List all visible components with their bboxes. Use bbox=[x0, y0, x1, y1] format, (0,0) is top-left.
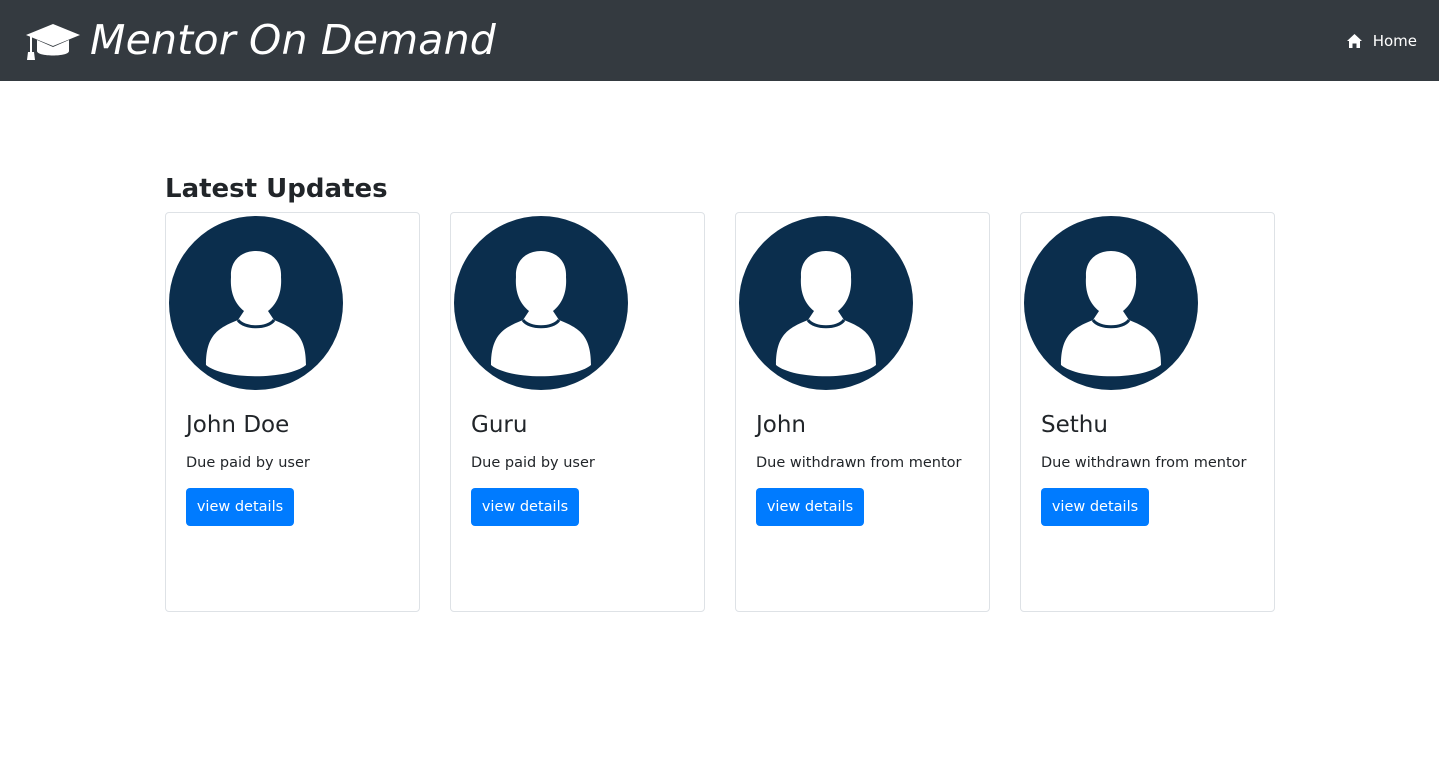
user-avatar-icon bbox=[453, 215, 629, 391]
update-card: Guru Due paid by user view details bbox=[450, 212, 705, 612]
user-avatar-icon bbox=[1023, 215, 1199, 391]
card-text: Due paid by user bbox=[471, 452, 694, 474]
section-title: Latest Updates bbox=[165, 172, 388, 206]
update-card: Sethu Due withdrawn from mentor view det… bbox=[1020, 212, 1275, 612]
nav-home-label: Home bbox=[1373, 32, 1417, 50]
card-text: Due withdrawn from mentor bbox=[1041, 452, 1264, 474]
card-title: John Doe bbox=[186, 409, 409, 441]
nav-home-link[interactable]: Home bbox=[1347, 0, 1417, 81]
card-title: John bbox=[756, 409, 979, 441]
update-card: John Due withdrawn from mentor view deta… bbox=[735, 212, 990, 612]
update-card: John Doe Due paid by user view details bbox=[165, 212, 420, 612]
top-navbar: Mentor On Demand Home bbox=[0, 0, 1439, 81]
updates-card-list: John Doe Due paid by user view details G… bbox=[165, 212, 1275, 612]
home-icon bbox=[1347, 34, 1362, 48]
view-details-button[interactable]: view details bbox=[471, 488, 579, 526]
user-avatar-icon bbox=[738, 215, 914, 391]
card-title: Guru bbox=[471, 409, 694, 441]
brand[interactable]: Mentor On Demand bbox=[25, 0, 496, 81]
view-details-button[interactable]: view details bbox=[756, 488, 864, 526]
card-title: Sethu bbox=[1041, 409, 1264, 441]
card-text: Due withdrawn from mentor bbox=[756, 452, 979, 474]
graduation-cap-icon bbox=[25, 21, 81, 61]
user-avatar-icon bbox=[168, 215, 344, 391]
view-details-button[interactable]: view details bbox=[186, 488, 294, 526]
brand-title: Mentor On Demand bbox=[90, 0, 496, 81]
view-details-button[interactable]: view details bbox=[1041, 488, 1149, 526]
card-text: Due paid by user bbox=[186, 452, 409, 474]
